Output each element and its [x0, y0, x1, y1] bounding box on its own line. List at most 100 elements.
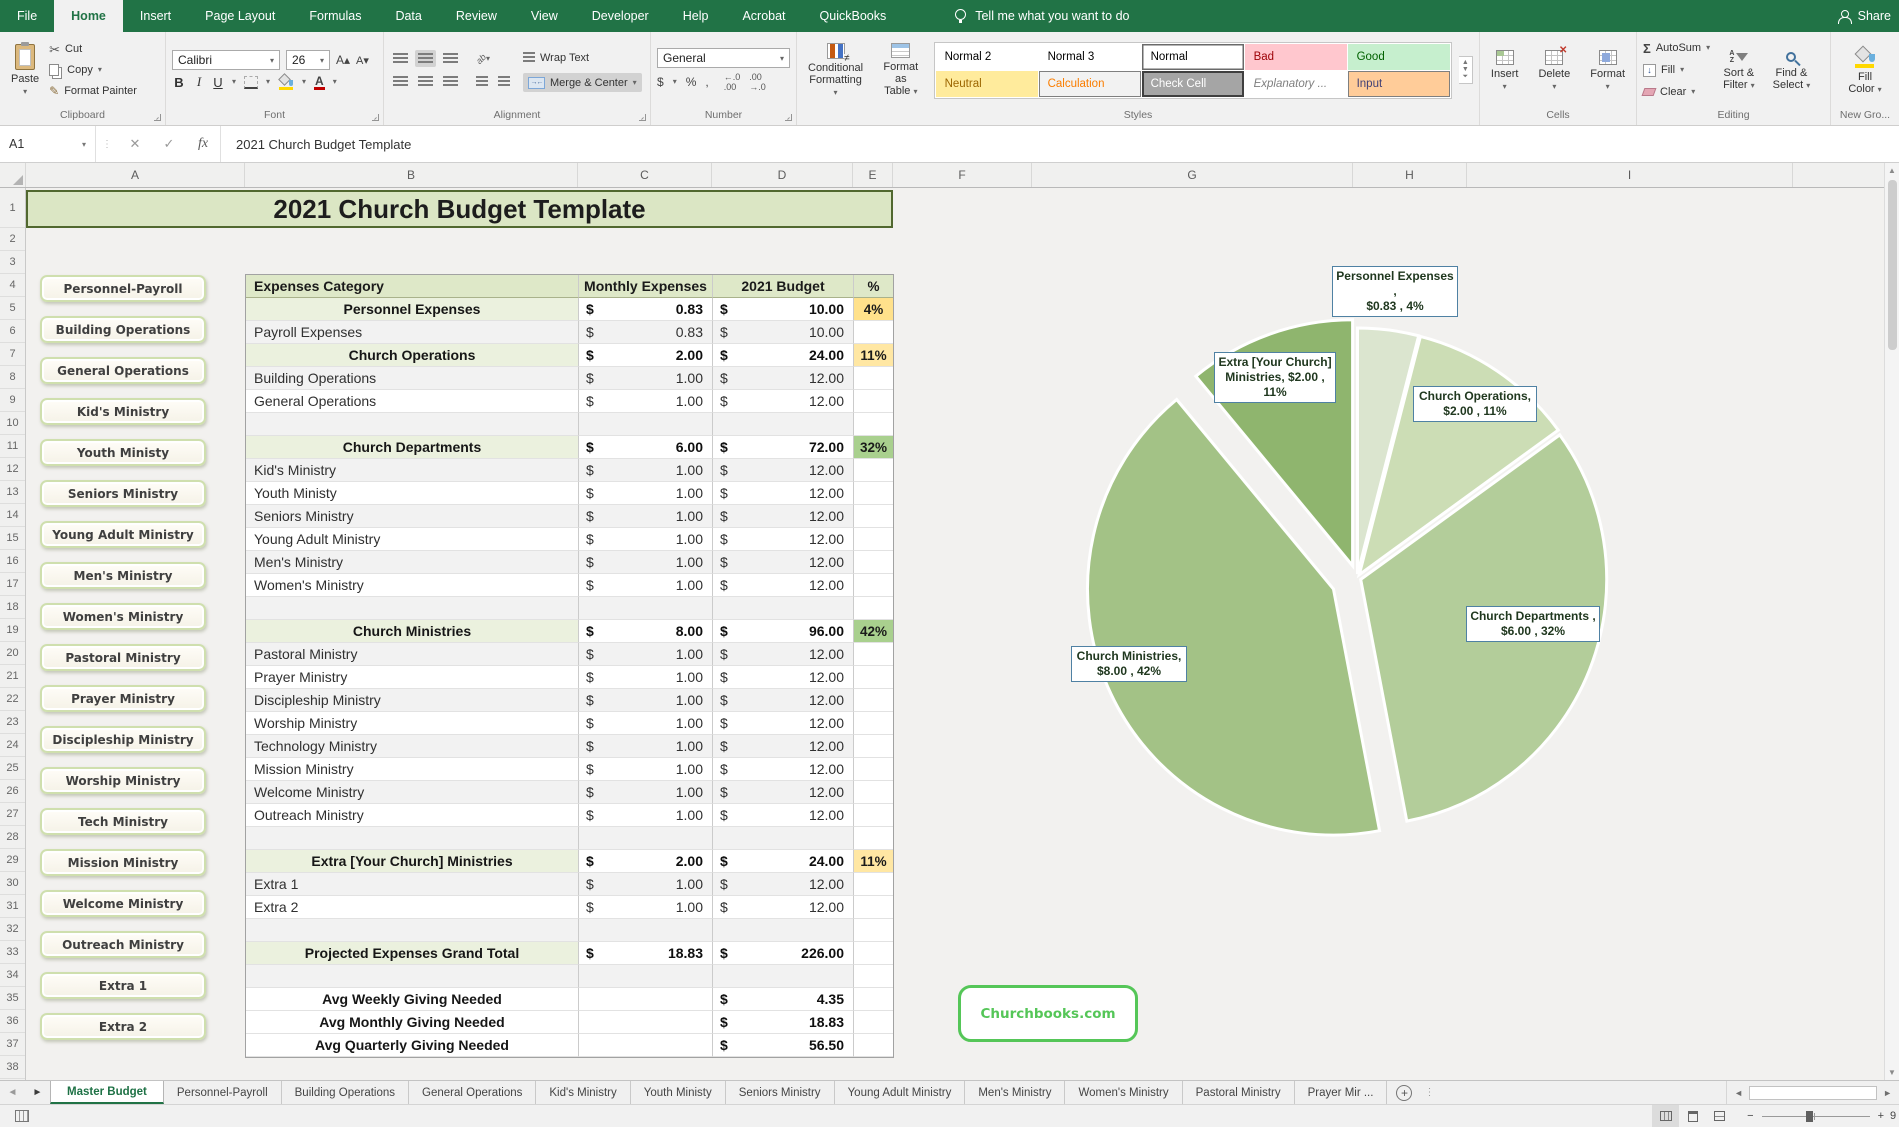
percent-cell[interactable]	[854, 551, 893, 574]
style-chip-explanatory[interactable]: Explanatory ...	[1245, 71, 1347, 97]
ribbon-tab-home[interactable]: Home	[54, 0, 123, 32]
row-label[interactable]: Youth Ministy	[246, 482, 579, 505]
sidebar-button-young-adult-ministry[interactable]: Young Adult Ministry	[40, 521, 206, 548]
percent-cell[interactable]	[854, 735, 893, 758]
budget-cell[interactable]: $12.00	[713, 505, 854, 528]
sort-filter-button[interactable]: AZ Sort & Filter ▾	[1718, 48, 1760, 93]
vertical-scrollbar[interactable]: ▲ ▼	[1884, 163, 1899, 1080]
monthly-cell[interactable]: $2.00	[579, 850, 713, 873]
monthly-cell[interactable]: $1.00	[579, 505, 713, 528]
style-chip-bad[interactable]: Bad	[1245, 44, 1347, 70]
align-bottom-button[interactable]	[440, 50, 461, 67]
row-header-7[interactable]: 7	[0, 343, 25, 366]
row-header-17[interactable]: 17	[0, 573, 25, 596]
normal-view-button[interactable]	[1652, 1105, 1679, 1127]
row-header-9[interactable]: 9	[0, 389, 25, 412]
budget-cell[interactable]: $12.00	[713, 367, 854, 390]
budget-cell[interactable]: $10.00	[713, 298, 854, 321]
percent-cell[interactable]: 11%	[854, 344, 893, 367]
shrink-font-button[interactable]: A▾	[356, 54, 369, 67]
alignment-dialog-launcher-icon[interactable]	[639, 114, 646, 121]
row-header-15[interactable]: 15	[0, 527, 25, 550]
blank-cell[interactable]	[713, 827, 854, 850]
blank-cell[interactable]	[854, 827, 893, 850]
share-button[interactable]: Share	[1838, 0, 1899, 32]
ribbon-tab-data[interactable]: Data	[378, 0, 438, 32]
fill-button[interactable]: ↓ Fill ▾	[1643, 61, 1710, 80]
decrease-decimal-button[interactable]: .00→.0	[749, 72, 766, 92]
pie-label-extra-your-church-ministries[interactable]: Extra [Your Church] Ministries, $2.00 , …	[1214, 352, 1336, 403]
budget-cell[interactable]: $12.00	[713, 459, 854, 482]
style-chip-neutral[interactable]: Neutral	[936, 71, 1038, 97]
row-header-16[interactable]: 16	[0, 550, 25, 573]
clear-button[interactable]: Clear ▾	[1643, 83, 1710, 102]
row-header-34[interactable]: 34	[0, 964, 25, 987]
align-middle-button[interactable]	[415, 50, 436, 67]
percent-cell[interactable]	[854, 781, 893, 804]
budget-cell[interactable]: $12.00	[713, 689, 854, 712]
sheet-tab-prayer-mir[interactable]: Prayer Mir ...	[1295, 1081, 1388, 1104]
decrease-indent-button[interactable]	[473, 73, 491, 90]
sidebar-button-prayer-ministry[interactable]: Prayer Ministry	[40, 685, 206, 712]
formula-bar-splitter[interactable]: ⋮	[96, 139, 118, 150]
row-header-20[interactable]: 20	[0, 642, 25, 665]
sidebar-button-discipleship-ministry[interactable]: Discipleship Ministry	[40, 726, 206, 753]
monthly-cell[interactable]: $1.00	[579, 643, 713, 666]
monthly-cell[interactable]: $1.00	[579, 689, 713, 712]
horizontal-scroll-track[interactable]	[1749, 1086, 1877, 1100]
monthly-cell[interactable]: $1.00	[579, 804, 713, 827]
budget-cell[interactable]: $226.00	[713, 942, 854, 965]
row-header-30[interactable]: 30	[0, 872, 25, 895]
budget-cell[interactable]: $72.00	[713, 436, 854, 459]
budget-cell[interactable]: $12.00	[713, 666, 854, 689]
churchbooks-button[interactable]: Churchbooks.com	[958, 985, 1138, 1042]
delete-cells-button[interactable]: Delete ▾	[1533, 48, 1575, 93]
pie-label-church-operations[interactable]: Church Operations, $2.00 , 11%	[1413, 386, 1537, 422]
blank-cell[interactable]	[246, 919, 579, 942]
clipboard-dialog-launcher-icon[interactable]	[154, 114, 161, 121]
sheet-tab-master-budget[interactable]: Master Budget	[50, 1081, 164, 1104]
percent-cell[interactable]: 4%	[854, 298, 893, 321]
align-right-button[interactable]	[440, 73, 461, 90]
sheet-tab-personnel-payroll[interactable]: Personnel-Payroll	[164, 1081, 282, 1104]
row-label[interactable]: Church Departments	[246, 436, 579, 459]
row-label[interactable]: Avg Monthly Giving Needed	[246, 1011, 579, 1034]
percent-cell[interactable]	[854, 643, 893, 666]
blank-cell[interactable]	[854, 597, 893, 620]
wrap-text-button[interactable]: Wrap Text	[523, 48, 642, 67]
percent-cell[interactable]: 32%	[854, 436, 893, 459]
percent-cell[interactable]	[854, 574, 893, 597]
budget-cell[interactable]: $12.00	[713, 390, 854, 413]
gallery-more-icon[interactable]: ⏷	[1462, 73, 1468, 81]
column-header-e[interactable]: E	[853, 163, 893, 187]
percent-cell[interactable]	[854, 321, 893, 344]
blank-cell[interactable]	[246, 597, 579, 620]
percent-cell[interactable]	[854, 666, 893, 689]
sidebar-button-personnel-payroll[interactable]: Personnel-Payroll	[40, 275, 206, 302]
blank-cell[interactable]	[579, 919, 713, 942]
budget-cell[interactable]: $12.00	[713, 781, 854, 804]
sidebar-button-worship-ministry[interactable]: Worship Ministry	[40, 767, 206, 794]
ribbon-tab-page-layout[interactable]: Page Layout	[188, 0, 292, 32]
conditional-formatting-button[interactable]: Conditional Formatting ▾	[803, 41, 868, 100]
gallery-up-icon[interactable]: ▲	[1462, 59, 1469, 66]
sheet-tab-young-adult-ministry[interactable]: Young Adult Ministry	[835, 1081, 966, 1104]
paste-dropdown-icon[interactable]: ▾	[23, 88, 27, 96]
sidebar-button-outreach-ministry[interactable]: Outreach Ministry	[40, 931, 206, 958]
style-chip-check-cell[interactable]: Check Cell	[1142, 71, 1244, 97]
sidebar-button-welcome-ministry[interactable]: Welcome Ministry	[40, 890, 206, 917]
sheet-tab-building-operations[interactable]: Building Operations	[282, 1081, 409, 1104]
row-header-14[interactable]: 14	[0, 504, 25, 527]
blank-cell[interactable]	[246, 827, 579, 850]
scroll-up-icon[interactable]: ▲	[1888, 166, 1896, 175]
row-header-28[interactable]: 28	[0, 826, 25, 849]
monthly-cell[interactable]: $1.00	[579, 574, 713, 597]
tab-splitter-icon[interactable]: ⋮	[1424, 1087, 1434, 1098]
row-label[interactable]: Avg Weekly Giving Needed	[246, 988, 579, 1011]
row-header-32[interactable]: 32	[0, 918, 25, 941]
row-header-18[interactable]: 18	[0, 596, 25, 619]
style-chip-input[interactable]: Input	[1348, 71, 1450, 97]
style-chip-good[interactable]: Good	[1348, 44, 1450, 70]
budget-cell[interactable]: $4.35	[713, 988, 854, 1011]
format-as-table-button[interactable]: Format as Table ▾	[875, 41, 927, 99]
